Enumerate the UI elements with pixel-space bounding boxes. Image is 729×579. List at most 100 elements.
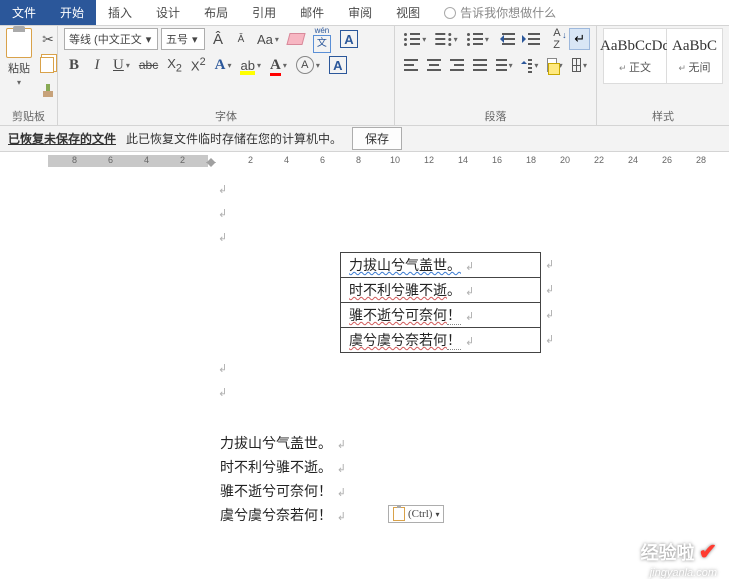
table-row[interactable]: 虞兮虞兮奈若何！↲↲: [341, 328, 555, 353]
ruler-num: 26: [662, 155, 672, 165]
underline-button[interactable]: U▾: [110, 54, 133, 76]
tab-layout[interactable]: 布局: [192, 0, 240, 25]
tab-mailings[interactable]: 邮件: [288, 0, 336, 25]
font-size-select[interactable]: 五号▾: [161, 28, 205, 50]
tab-references[interactable]: 引用: [240, 0, 288, 25]
bold-button[interactable]: B: [64, 54, 84, 76]
shading-icon: [547, 58, 556, 72]
line-spacing-button[interactable]: ▾: [519, 54, 542, 76]
ruler-num: 4: [144, 155, 149, 165]
tell-me-label: 告诉我你想做什么: [460, 4, 556, 21]
shading-button[interactable]: ▾: [544, 54, 565, 76]
ruler-num: 10: [390, 155, 400, 165]
watermark: 经验啦 ✔ jingyanla.com: [549, 525, 729, 575]
ruler-num: 2: [248, 155, 253, 165]
phonetic-hint: wén: [315, 26, 330, 35]
format-painter-button[interactable]: [36, 80, 60, 102]
cell-text: 时不利兮骓不逝: [349, 284, 447, 299]
character-border-icon: A: [340, 30, 358, 48]
ruler-num: 28: [696, 155, 706, 165]
distributed-icon: [496, 57, 507, 73]
style-normal[interactable]: AaBbCcDd ↵ 正文: [603, 28, 667, 84]
ruler-num: 4: [284, 155, 289, 165]
text-effects-button[interactable]: A▾: [212, 54, 235, 76]
style-normal-preview: AaBbCcDd: [600, 38, 670, 55]
body-line: 虞兮虞兮奈若何！: [220, 509, 332, 524]
strikethrough-button[interactable]: abc: [136, 54, 161, 76]
bulb-icon: [444, 7, 456, 19]
tab-design[interactable]: 设计: [144, 0, 192, 25]
horizontal-ruler[interactable]: 8 6 4 2 2 4 6 8 10 12 14 16 18 20 22 24 …: [0, 152, 729, 170]
multilevel-button[interactable]: ▾: [464, 28, 492, 50]
table-row[interactable]: 时不利兮骓不逝。↲↲: [341, 278, 555, 303]
show-marks-button[interactable]: ↵: [569, 28, 590, 50]
subscript-button[interactable]: X2: [164, 54, 185, 76]
table-row[interactable]: 力拔山兮气盖世。↲↲: [341, 253, 555, 278]
character-shading-button[interactable]: A▾: [293, 54, 323, 76]
cut-button[interactable]: ✂: [36, 28, 60, 50]
font-color-button[interactable]: A▾: [267, 54, 290, 76]
superscript-button[interactable]: X2: [188, 54, 209, 76]
sort-button[interactable]: AZ↓: [546, 28, 566, 50]
pilcrow-icon: ↵: [574, 31, 585, 47]
align-center-button[interactable]: [424, 54, 444, 76]
tab-view[interactable]: 视图: [384, 0, 432, 25]
align-right-icon: [450, 57, 464, 73]
decrease-indent-icon: [498, 31, 515, 47]
ruler-num: 8: [356, 155, 361, 165]
font-name-select[interactable]: 等线 (中文正文▾: [64, 28, 158, 50]
subscript-icon: X2: [167, 56, 182, 75]
content-table[interactable]: 力拔山兮气盖世。↲↲ 时不利兮骓不逝。↲↲ 骓不逝兮可奈何！↲↲ 虞兮虞兮奈若何…: [340, 252, 555, 353]
character-border-button[interactable]: A: [337, 28, 361, 50]
body-text: 力拔山兮气盖世。 ↲ 时不利兮骓不逝。 ↲ 骓不逝兮可奈何！ ↲ 虞兮虞兮奈若何…: [220, 433, 729, 529]
ribbon-tabs: 文件 开始 插入 设计 布局 引用 邮件 审阅 视图 告诉我你想做什么: [0, 0, 729, 26]
italic-icon: I: [95, 57, 100, 74]
superscript-icon: X2: [191, 56, 206, 73]
tell-me[interactable]: 告诉我你想做什么: [432, 0, 556, 25]
ruler-num: 18: [526, 155, 536, 165]
grow-font-button[interactable]: Â: [208, 28, 228, 50]
numbering-button[interactable]: ▾: [432, 28, 460, 50]
font-size-value: 五号: [166, 31, 188, 47]
cell-punct: ！: [447, 334, 461, 350]
shrink-font-button[interactable]: Ǎ: [231, 28, 251, 50]
copy-button[interactable]: [36, 54, 60, 76]
cell-punct: ！: [447, 309, 461, 325]
bullets-button[interactable]: ▾: [401, 28, 429, 50]
enclose-characters-button[interactable]: A: [326, 54, 350, 76]
highlight-button[interactable]: ab▾: [237, 54, 263, 76]
group-styles: AaBbCcDd ↵ 正文 AaBbC ↵ 无间 样式: [597, 26, 729, 125]
increase-indent-button[interactable]: [521, 28, 544, 50]
para-mark: ↲: [216, 184, 227, 196]
ruler-num: 2: [180, 155, 185, 165]
align-justify-button[interactable]: [470, 54, 490, 76]
tab-review[interactable]: 审阅: [336, 0, 384, 25]
paste-button[interactable]: 粘贴 ▾: [6, 28, 32, 102]
check-icon: ✔: [699, 539, 717, 565]
eraser-icon: [286, 33, 305, 45]
tab-home[interactable]: 开始: [48, 0, 96, 25]
ribbon: 粘贴 ▾ ✂ 剪贴板 等线 (中文正文▾ 五号▾ Â: [0, 26, 729, 126]
align-right-button[interactable]: [447, 54, 467, 76]
borders-button[interactable]: ▾: [569, 54, 590, 76]
phonetic-guide-button[interactable]: wén 文: [310, 28, 334, 50]
table-row[interactable]: 骓不逝兮可奈何！↲↲: [341, 303, 555, 328]
paste-label: 粘贴: [8, 60, 30, 76]
decrease-indent-button[interactable]: [495, 28, 518, 50]
save-button[interactable]: 保存: [352, 127, 402, 150]
align-left-icon: [404, 57, 418, 73]
tab-insert[interactable]: 插入: [96, 0, 144, 25]
recovery-bar: 已恢复未保存的文件 此已恢复文件临时存储在您的计算机中。 保存: [0, 126, 729, 152]
group-font: 等线 (中文正文▾ 五号▾ Â Ǎ Aa▾ wén 文 A B: [58, 26, 395, 125]
clear-formatting-button[interactable]: [285, 28, 307, 50]
align-left-button[interactable]: [401, 54, 421, 76]
style-nospacing[interactable]: AaBbC ↵ 无间: [667, 28, 723, 84]
borders-icon: [572, 58, 581, 72]
distributed-button[interactable]: ▾: [493, 54, 516, 76]
page[interactable]: ↲ ↲ ↲ 力拔山兮气盖世。↲↲ 时不利兮骓不逝。↲↲ 骓不逝兮可奈何！↲↲ 虞…: [48, 170, 729, 529]
italic-button[interactable]: I: [87, 54, 107, 76]
group-clipboard: 粘贴 ▾ ✂ 剪贴板: [0, 26, 58, 125]
tab-file[interactable]: 文件: [0, 0, 48, 25]
paste-options-button[interactable]: (Ctrl) ▾: [388, 505, 444, 523]
change-case-button[interactable]: Aa▾: [254, 28, 282, 50]
